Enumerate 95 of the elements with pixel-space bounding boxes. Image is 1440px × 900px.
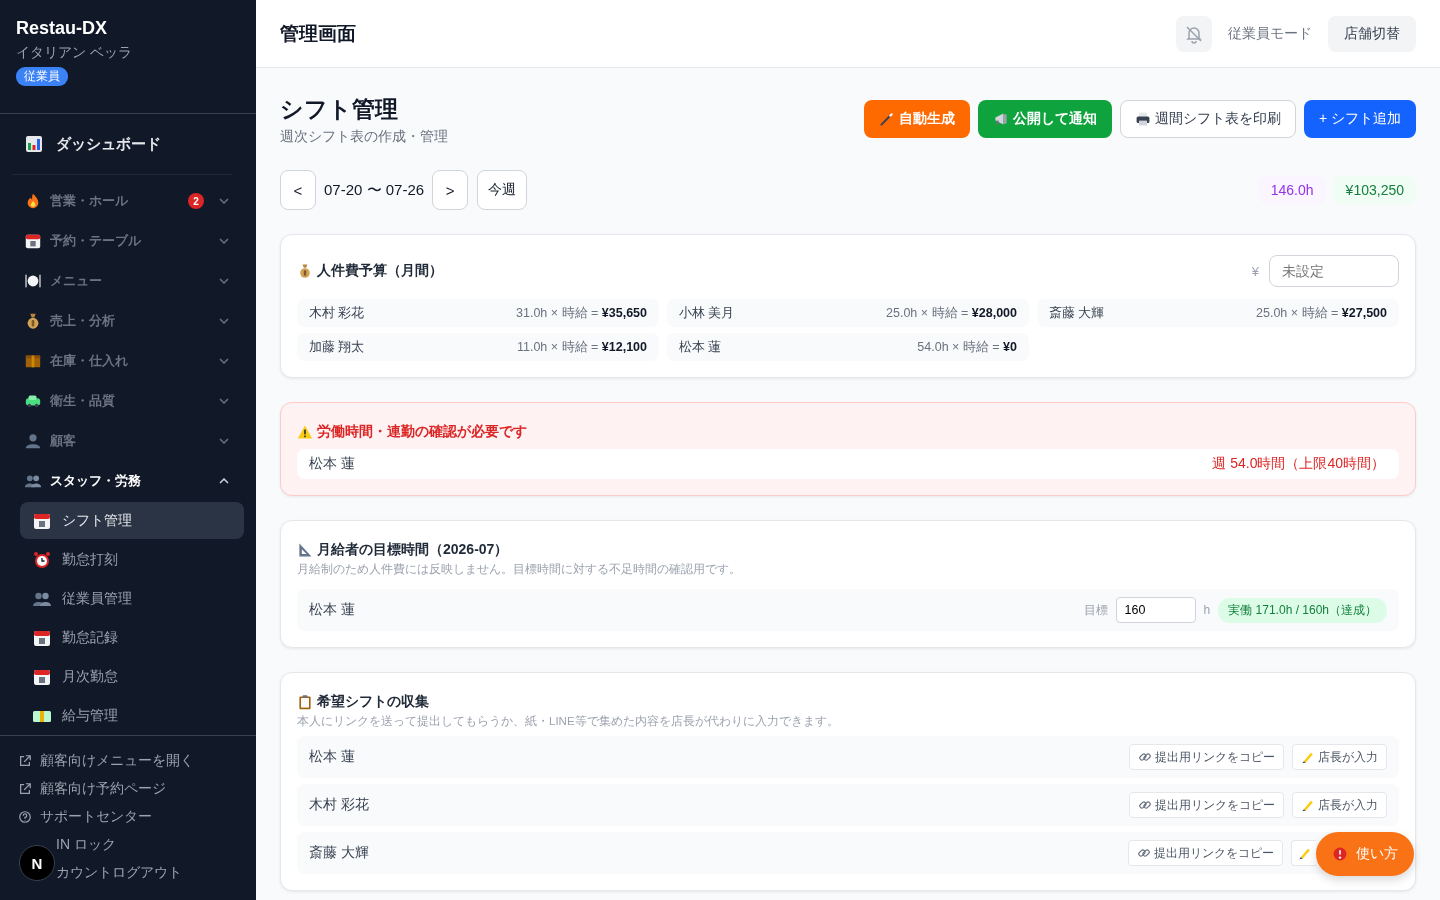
help-circle-icon: [18, 810, 32, 824]
switch-store-button[interactable]: 店舗切替: [1328, 15, 1416, 52]
link-icon: [1138, 750, 1152, 764]
copy-link-button[interactable]: 提出用リンクをコピー: [1129, 792, 1284, 818]
staff-name: 松本 蓮: [309, 748, 355, 766]
nav-item[interactable]: シフト管理: [20, 502, 244, 539]
nav-group[interactable]: 売上・分析: [12, 301, 244, 341]
next-week-button[interactable]: >: [432, 170, 469, 210]
clipboard-icon: [297, 694, 313, 710]
nav-group[interactable]: 顧客: [12, 421, 244, 461]
mode-label: 従業員モード: [1228, 24, 1312, 43]
pen-icon: [1301, 798, 1315, 812]
nav-group[interactable]: 在庫・仕入れ: [12, 341, 244, 381]
footer-link[interactable]: サポートセンター: [18, 803, 152, 831]
nav-group[interactable]: スタッフ・労務: [12, 461, 244, 501]
clock-icon: [32, 549, 52, 570]
cost-calculation: 25.0h × 時給 = ¥27,500: [1256, 304, 1387, 322]
nav-item[interactable]: 勤怠記録: [20, 619, 244, 656]
total-hours: 146.0h: [1258, 176, 1326, 204]
external-link-icon: [18, 754, 32, 768]
card-title: 月給者の目標時間（2026-07）: [317, 541, 509, 559]
store-name: イタリアン ベッラ: [16, 44, 133, 62]
card-title: 希望シフトの収集: [317, 693, 429, 711]
dashboard-link[interactable]: ダッシュボード: [12, 114, 244, 174]
page-subtitle: 週次シフト表の作成・管理: [280, 128, 448, 146]
staff-name: 木村 彩花: [309, 304, 365, 322]
staff-name: 松本 蓮: [309, 455, 355, 473]
footer-link[interactable]: カウントログアウト: [56, 859, 182, 887]
nav-group[interactable]: 予約・テーブル: [12, 221, 244, 261]
warning-icon: [297, 424, 313, 440]
people-icon: [24, 472, 42, 490]
week-range: 07-20 〜 07-26: [324, 180, 425, 200]
chart-icon: [24, 134, 44, 154]
nav-item[interactable]: 給与管理: [20, 697, 244, 734]
footer-link[interactable]: 顧客向け予約ページ: [18, 775, 166, 803]
staff-name: 加藤 翔太: [309, 338, 365, 356]
megaphone-icon: [992, 111, 1009, 127]
manager-input-button[interactable]: 店長が入力: [1292, 744, 1387, 770]
status-pill: 実働 171.0h / 160h（達成）: [1218, 597, 1387, 623]
cost-calculation: 31.0h × 時給 = ¥35,650: [516, 304, 647, 322]
link-icon: [1138, 798, 1152, 812]
nav-item[interactable]: 月次勤怠: [20, 658, 244, 695]
nav-item[interactable]: 勤怠打刻: [20, 541, 244, 578]
header-title: 管理画面: [280, 21, 356, 46]
card-title: 人件費予算（月間）: [317, 262, 443, 280]
person-icon: [24, 432, 42, 450]
app-name: Restau-DX: [16, 18, 109, 39]
this-week-button[interactable]: 今週: [477, 170, 528, 210]
count-badge: 2: [188, 193, 204, 209]
unit-label: h: [1203, 603, 1211, 617]
printer-icon: [1134, 111, 1151, 127]
currency-label: ¥: [1251, 263, 1259, 279]
notification-button[interactable]: [1176, 15, 1212, 52]
cost-calculation: 54.0h × 時給 = ¥0: [917, 338, 1017, 356]
ruler-icon: [297, 542, 313, 558]
calendar-icon: [24, 232, 42, 250]
nav-group[interactable]: 営業・ホール 2: [12, 181, 244, 221]
card-note: 月給制のため人件費には反映しません。目標時間に対する不足時間の確認用です。: [297, 562, 742, 577]
staff-name: 斎藤 大輝: [1049, 304, 1105, 322]
card-note: 本人にリンクを送って提出してもらうか、紙・LINE等で集めた内容を店長が代わりに入力できます。: [297, 714, 840, 729]
cost-calculation: 25.0h × 時給 = ¥28,000: [886, 304, 1017, 322]
nav-group[interactable]: 衛生・品質: [12, 381, 244, 421]
alert-message: 週 54.0時間（上限40時間）: [1212, 455, 1385, 473]
role-badge: 従業員: [16, 67, 68, 86]
staff-name: 松本 蓮: [679, 338, 722, 356]
manager-input-button[interactable]: 店長が入力: [1292, 792, 1387, 818]
copy-link-button[interactable]: 提出用リンクをコピー: [1128, 840, 1283, 866]
copy-link-button[interactable]: 提出用リンクをコピー: [1129, 744, 1284, 770]
moneybag-icon: [297, 263, 313, 279]
manager-input-button[interactable]: [1291, 840, 1316, 866]
budget-input[interactable]: 未設定: [1269, 255, 1399, 287]
staff-name: 小林 美月: [679, 304, 735, 322]
alert-title: 労働時間・連勤の確認が必要です: [317, 423, 527, 441]
wand-icon: [878, 111, 895, 127]
footer-link[interactable]: IN ロック: [56, 831, 116, 859]
add-shift-button[interactable]: + シフト追加: [1303, 100, 1416, 138]
link-icon: [1137, 846, 1151, 860]
print-button[interactable]: 週間シフト表を印刷: [1119, 100, 1296, 138]
target-label: 目標: [1083, 601, 1108, 619]
external-link-icon: [18, 782, 32, 796]
cost-calculation: 11.0h × 時給 = ¥12,100: [516, 338, 647, 356]
nav-group[interactable]: メニュー: [12, 261, 244, 301]
pen-icon: [1301, 750, 1315, 764]
pen-icon: [1298, 846, 1312, 860]
page-title: シフト管理: [280, 95, 399, 124]
footer-link[interactable]: 顧客向けメニューを開く: [18, 747, 194, 775]
staff-name: 木村 彩花: [309, 796, 369, 814]
staff-name: 松本 蓮: [309, 601, 355, 619]
nav-item[interactable]: 従業員管理: [20, 580, 244, 617]
staff-name: 斎藤 大輝: [309, 844, 369, 862]
bell-off-icon: [1184, 23, 1204, 44]
previous-week-button[interactable]: <: [280, 170, 316, 210]
target-hours-input[interactable]: 160: [1115, 597, 1196, 623]
plate-icon: [24, 272, 42, 290]
total-cost: ¥103,250: [1333, 176, 1416, 204]
